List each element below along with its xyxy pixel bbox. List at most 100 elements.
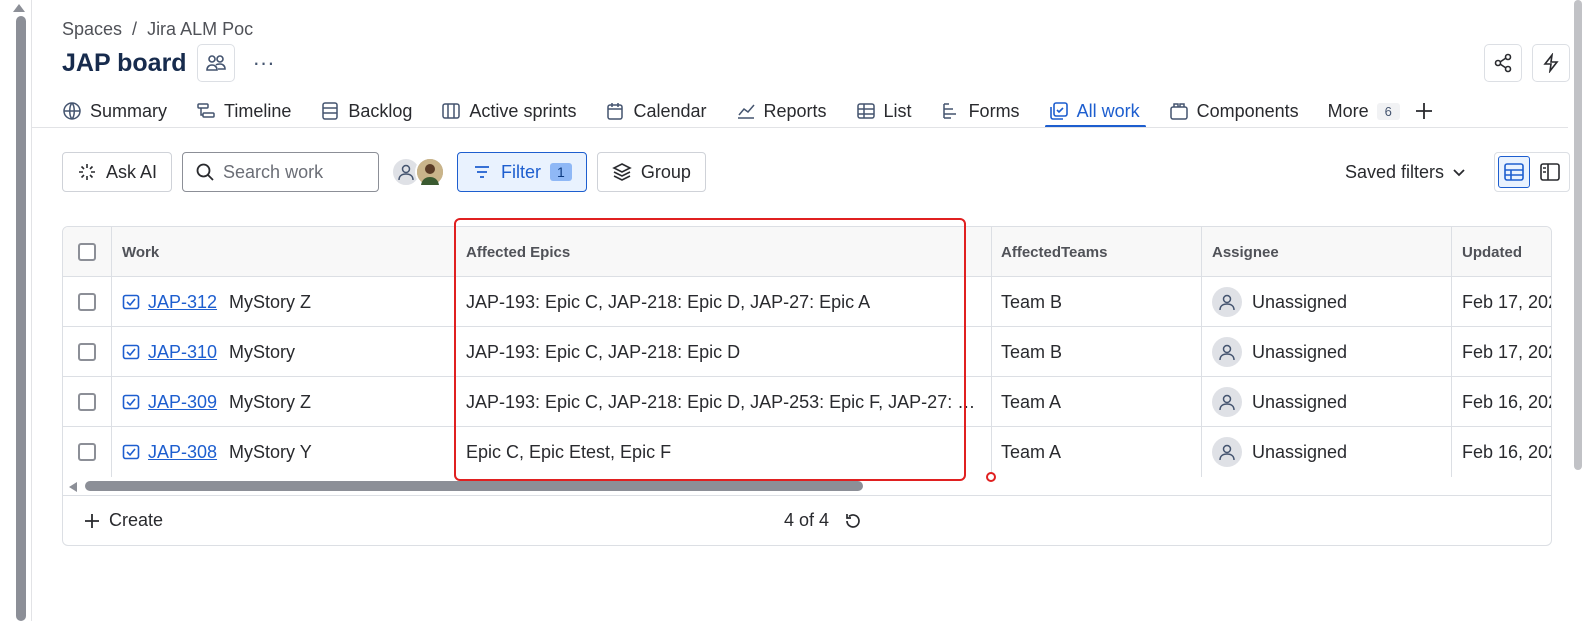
column-header-affected-teams[interactable]: AffectedTeams xyxy=(992,227,1202,277)
detail-view-button[interactable] xyxy=(1534,156,1566,188)
updated-cell: Feb 16, 202 xyxy=(1462,391,1552,412)
tab-forms[interactable]: Forms xyxy=(941,94,1020,128)
work-item-key[interactable]: JAP-308 xyxy=(148,442,217,463)
more-count-badge: 6 xyxy=(1376,102,1400,120)
table-footer-divider xyxy=(63,495,1551,496)
tab-list[interactable]: List xyxy=(856,94,912,128)
table-view-icon xyxy=(1504,163,1524,181)
affected-teams-cell[interactable]: Team B xyxy=(992,277,1202,327)
work-item-summary[interactable]: MyStory Z xyxy=(229,392,311,413)
backlog-icon xyxy=(322,102,339,120)
add-tab-button[interactable] xyxy=(1414,94,1434,128)
work-item-key[interactable]: JAP-309 xyxy=(148,392,217,413)
plus-icon xyxy=(85,513,99,528)
updated-cell: Feb 16, 202 xyxy=(1462,441,1552,462)
affected-teams-cell[interactable]: Team A xyxy=(992,377,1202,427)
column-header-work[interactable]: Work xyxy=(112,227,455,277)
vertical-scrollbar[interactable] xyxy=(0,0,32,621)
work-item-summary[interactable]: MyStory xyxy=(229,342,295,363)
column-header-updated[interactable]: Updated xyxy=(1452,227,1551,277)
ask-ai-button[interactable]: Ask AI xyxy=(62,152,173,192)
work-item-summary[interactable]: MyStory Y xyxy=(229,442,312,463)
column-header-affected-epics[interactable]: Affected Epics xyxy=(455,227,992,277)
row-checkbox[interactable] xyxy=(78,293,96,311)
tabs-divider xyxy=(32,127,1568,128)
avatar xyxy=(1212,387,1242,417)
table-row[interactable]: JAP-309 MyStory Z JAP-193: Epic C, JAP-2… xyxy=(63,377,1552,427)
automation-button[interactable] xyxy=(1532,44,1570,82)
create-button[interactable]: Create xyxy=(83,510,163,531)
person-icon xyxy=(1219,294,1235,311)
filter-count-badge: 1 xyxy=(550,163,572,181)
cursor-marker xyxy=(986,472,996,482)
assignee-name: Unassigned xyxy=(1252,341,1348,362)
filter-button[interactable]: Filter 1 xyxy=(457,152,587,192)
breadcrumb-project[interactable]: Jira ALM Poc xyxy=(147,19,253,40)
tab-summary[interactable]: Summary xyxy=(62,94,167,128)
more-actions-button[interactable]: ··· xyxy=(245,52,283,74)
lightning-icon xyxy=(1543,53,1559,73)
horizontal-scrollbar-thumb[interactable] xyxy=(85,481,863,491)
tab-active-sprints[interactable]: Active sprints xyxy=(441,94,576,128)
table-view-button[interactable] xyxy=(1498,156,1530,188)
breadcrumb-spaces[interactable]: Spaces xyxy=(62,19,122,40)
row-checkbox[interactable] xyxy=(78,343,96,361)
person-icon xyxy=(1219,344,1235,361)
affected-epics-cell[interactable]: Epic C, Epic Etest, Epic F xyxy=(455,427,992,477)
share-icon xyxy=(1494,53,1512,73)
row-checkbox[interactable] xyxy=(78,393,96,411)
assignee-name: Unassigned xyxy=(1252,391,1348,412)
affected-teams-cell[interactable]: Team A xyxy=(992,427,1202,477)
affected-epics-cell[interactable]: JAP-193: Epic C, JAP-218: Epic D, JAP-27… xyxy=(455,277,992,327)
tab-calendar[interactable]: Calendar xyxy=(605,94,707,128)
select-all-checkbox[interactable] xyxy=(78,243,96,261)
user-photo-icon xyxy=(417,159,444,185)
tab-more[interactable]: More 6 xyxy=(1328,94,1400,128)
right-scrollbar-thumb[interactable] xyxy=(1574,0,1582,470)
affected-epics-cell[interactable]: JAP-193: Epic C, JAP-218: Epic D xyxy=(455,327,992,377)
column-header-assignee[interactable]: Assignee xyxy=(1202,227,1452,277)
table-row[interactable]: JAP-310 MyStory JAP-193: Epic C, JAP-218… xyxy=(63,327,1552,377)
person-icon xyxy=(398,164,414,181)
table-row[interactable]: JAP-312 MyStory Z JAP-193: Epic C, JAP-2… xyxy=(63,277,1551,327)
search-field[interactable] xyxy=(182,152,380,192)
row-checkbox[interactable] xyxy=(78,443,96,461)
tab-timeline[interactable]: Timeline xyxy=(196,94,291,128)
updated-cell: Feb 17, 202 xyxy=(1462,341,1552,362)
nav-tabs: Summary Timeline Backlog Active sprints … xyxy=(62,94,1463,128)
affected-teams-cell[interactable]: Team B xyxy=(992,327,1202,377)
calendar-icon xyxy=(607,103,624,120)
breadcrumb-separator: / xyxy=(132,19,138,39)
story-icon xyxy=(122,344,140,360)
group-button[interactable]: Group xyxy=(596,152,706,192)
chevron-down-icon xyxy=(1453,169,1465,177)
table-row[interactable]: JAP-308 MyStory Y Epic C, Epic Etest, Ep… xyxy=(63,427,1552,477)
tab-backlog[interactable]: Backlog xyxy=(320,94,412,128)
scrollbar-thumb[interactable] xyxy=(16,16,26,621)
tab-all-work[interactable]: All work xyxy=(1044,94,1146,128)
person-icon xyxy=(1219,444,1235,461)
globe-icon xyxy=(63,102,81,120)
scroll-left-arrow-icon[interactable] xyxy=(69,482,77,492)
story-icon xyxy=(122,394,140,410)
team-button[interactable] xyxy=(196,44,235,82)
work-item-key[interactable]: JAP-312 xyxy=(148,292,217,313)
horizontal-scrollbar[interactable] xyxy=(63,479,1551,495)
avatar-user[interactable] xyxy=(415,157,446,187)
refresh-icon[interactable] xyxy=(843,511,863,531)
tab-reports[interactable]: Reports xyxy=(736,94,827,128)
components-icon xyxy=(1169,103,1188,120)
affected-epics-cell: JAP-193: Epic C, JAP-218: Epic D, JAP-25… xyxy=(466,391,981,412)
saved-filters-dropdown[interactable]: Saved filters xyxy=(1345,162,1466,183)
result-count: 4 of 4 xyxy=(784,510,863,531)
view-toggle xyxy=(1494,152,1570,192)
share-button[interactable] xyxy=(1484,44,1522,82)
avatar xyxy=(1212,337,1242,367)
tab-components[interactable]: Components xyxy=(1169,94,1299,128)
avatar xyxy=(1212,437,1242,467)
work-item-summary[interactable]: MyStory Z xyxy=(229,292,311,313)
work-table: Work Affected Epics AffectedTeams Assign… xyxy=(62,226,1552,546)
search-input[interactable] xyxy=(223,161,364,183)
scroll-up-arrow-icon[interactable] xyxy=(13,4,25,12)
work-item-key[interactable]: JAP-310 xyxy=(148,342,217,363)
